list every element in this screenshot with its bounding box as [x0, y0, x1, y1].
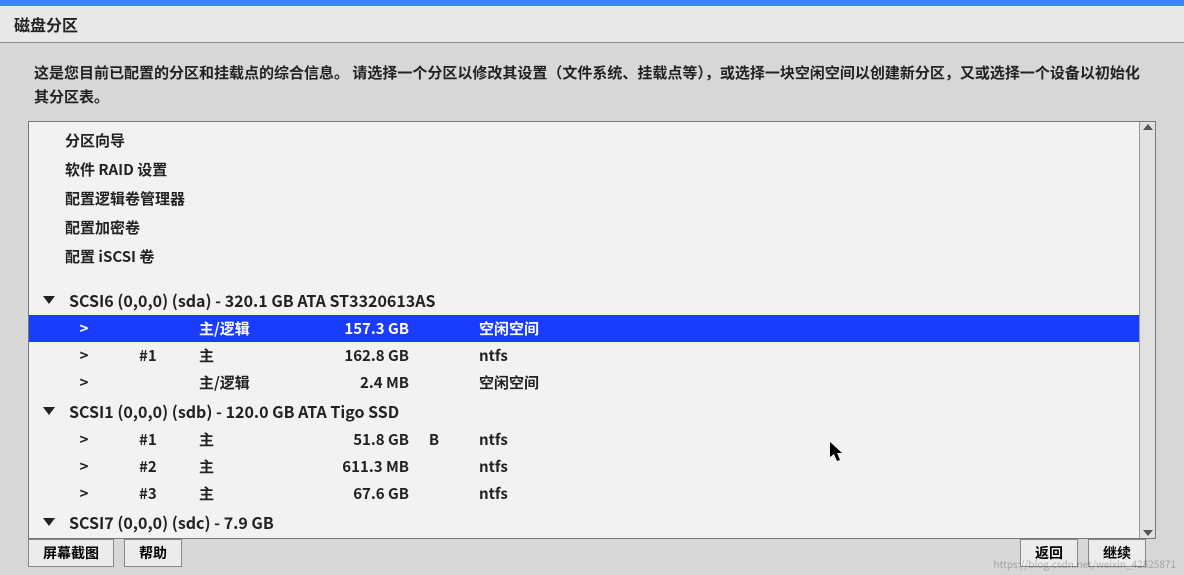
- partition-size: 51.8 GB: [299, 429, 409, 450]
- option-guided-partitioning[interactable]: 分区向导: [29, 126, 1139, 155]
- partition-filesystem: ntfs: [459, 345, 599, 366]
- partition-type: 主: [199, 483, 299, 504]
- partition-filesystem: ntfs: [459, 429, 599, 450]
- partition-type: 主: [199, 429, 299, 450]
- caret-icon: >: [29, 345, 139, 366]
- back-button[interactable]: 返回: [1020, 539, 1078, 567]
- option-iscsi[interactable]: 配置 iSCSI 卷: [29, 242, 1139, 271]
- screenshot-button[interactable]: 屏幕截图: [28, 539, 114, 567]
- disk-header-sda[interactable]: SCSI6 (0,0,0) (sda) - 320.1 GB ATA ST332…: [29, 285, 1139, 315]
- option-encrypted-volumes[interactable]: 配置加密卷: [29, 213, 1139, 242]
- chevron-down-icon: [43, 407, 55, 415]
- option-lvm[interactable]: 配置逻辑卷管理器: [29, 184, 1139, 213]
- partition-row[interactable]: > 主/逻辑 157.3 GB 空闲空间: [29, 315, 1139, 342]
- scroll-up-icon[interactable]: [1143, 124, 1153, 130]
- partition-type: 主: [199, 456, 299, 477]
- partition-row[interactable]: > #1 主 162.8 GB ntfs: [29, 342, 1139, 369]
- caret-icon: >: [29, 429, 139, 450]
- partition-number: #3: [139, 483, 199, 504]
- chevron-down-icon: [43, 518, 55, 526]
- footer-bar: 屏幕截图 帮助 返回 继续: [0, 533, 1184, 575]
- partition-size: 67.6 GB: [299, 483, 409, 504]
- partition-size: 611.3 MB: [299, 456, 409, 477]
- partition-size: 162.8 GB: [299, 345, 409, 366]
- partition-number: #1: [139, 429, 199, 450]
- partition-type: 主: [199, 345, 299, 366]
- partition-row[interactable]: > 主/逻辑 2.4 MB 空闲空间: [29, 369, 1139, 396]
- partition-number: #2: [139, 456, 199, 477]
- partition-type: 主/逻辑: [199, 372, 299, 393]
- option-software-raid[interactable]: 软件 RAID 设置: [29, 155, 1139, 184]
- partition-number: #1: [139, 345, 199, 366]
- partition-row[interactable]: > #3 主 67.6 GB ntfs: [29, 480, 1139, 507]
- window-title: 磁盘分区: [0, 6, 1184, 43]
- partition-size: 157.3 GB: [299, 318, 409, 339]
- partition-size: 2.4 MB: [299, 372, 409, 393]
- partition-type: 主/逻辑: [199, 318, 299, 339]
- disk-header-label: SCSI1 (0,0,0) (sdb) - 120.0 GB ATA Tigo …: [69, 399, 399, 423]
- partition-filesystem: 空闲空间: [459, 372, 599, 393]
- help-button[interactable]: 帮助: [124, 539, 182, 567]
- partition-filesystem: ntfs: [459, 483, 599, 504]
- scrollbar[interactable]: [1139, 122, 1155, 538]
- partition-list-panel: 分区向导 软件 RAID 设置 配置逻辑卷管理器 配置加密卷 配置 iSCSI …: [28, 121, 1156, 539]
- caret-icon: >: [29, 318, 139, 339]
- disk-header-label: SCSI7 (0,0,0) (sdc) - 7.9 GB: [69, 510, 274, 534]
- caret-icon: >: [29, 372, 139, 393]
- partition-row[interactable]: > #1 主 51.8 GB B ntfs: [29, 426, 1139, 453]
- caret-icon: >: [29, 483, 139, 504]
- continue-button[interactable]: 继续: [1088, 539, 1146, 567]
- partition-flag: B: [409, 429, 459, 450]
- partition-filesystem: ntfs: [459, 456, 599, 477]
- caret-icon: >: [29, 456, 139, 477]
- spacer: [29, 271, 1139, 285]
- chevron-down-icon: [43, 296, 55, 304]
- partition-list: 分区向导 软件 RAID 设置 配置逻辑卷管理器 配置加密卷 配置 iSCSI …: [29, 122, 1139, 538]
- disk-header-label: SCSI6 (0,0,0) (sda) - 320.1 GB ATA ST332…: [69, 288, 435, 312]
- partition-filesystem: 空闲空间: [459, 318, 599, 339]
- intro-text: 这是您目前已配置的分区和挂载点的综合信息。 请选择一个分区以修改其设置（文件系统…: [0, 43, 1184, 121]
- partition-row[interactable]: > #2 主 611.3 MB ntfs: [29, 453, 1139, 480]
- disk-header-sdb[interactable]: SCSI1 (0,0,0) (sdb) - 120.0 GB ATA Tigo …: [29, 396, 1139, 426]
